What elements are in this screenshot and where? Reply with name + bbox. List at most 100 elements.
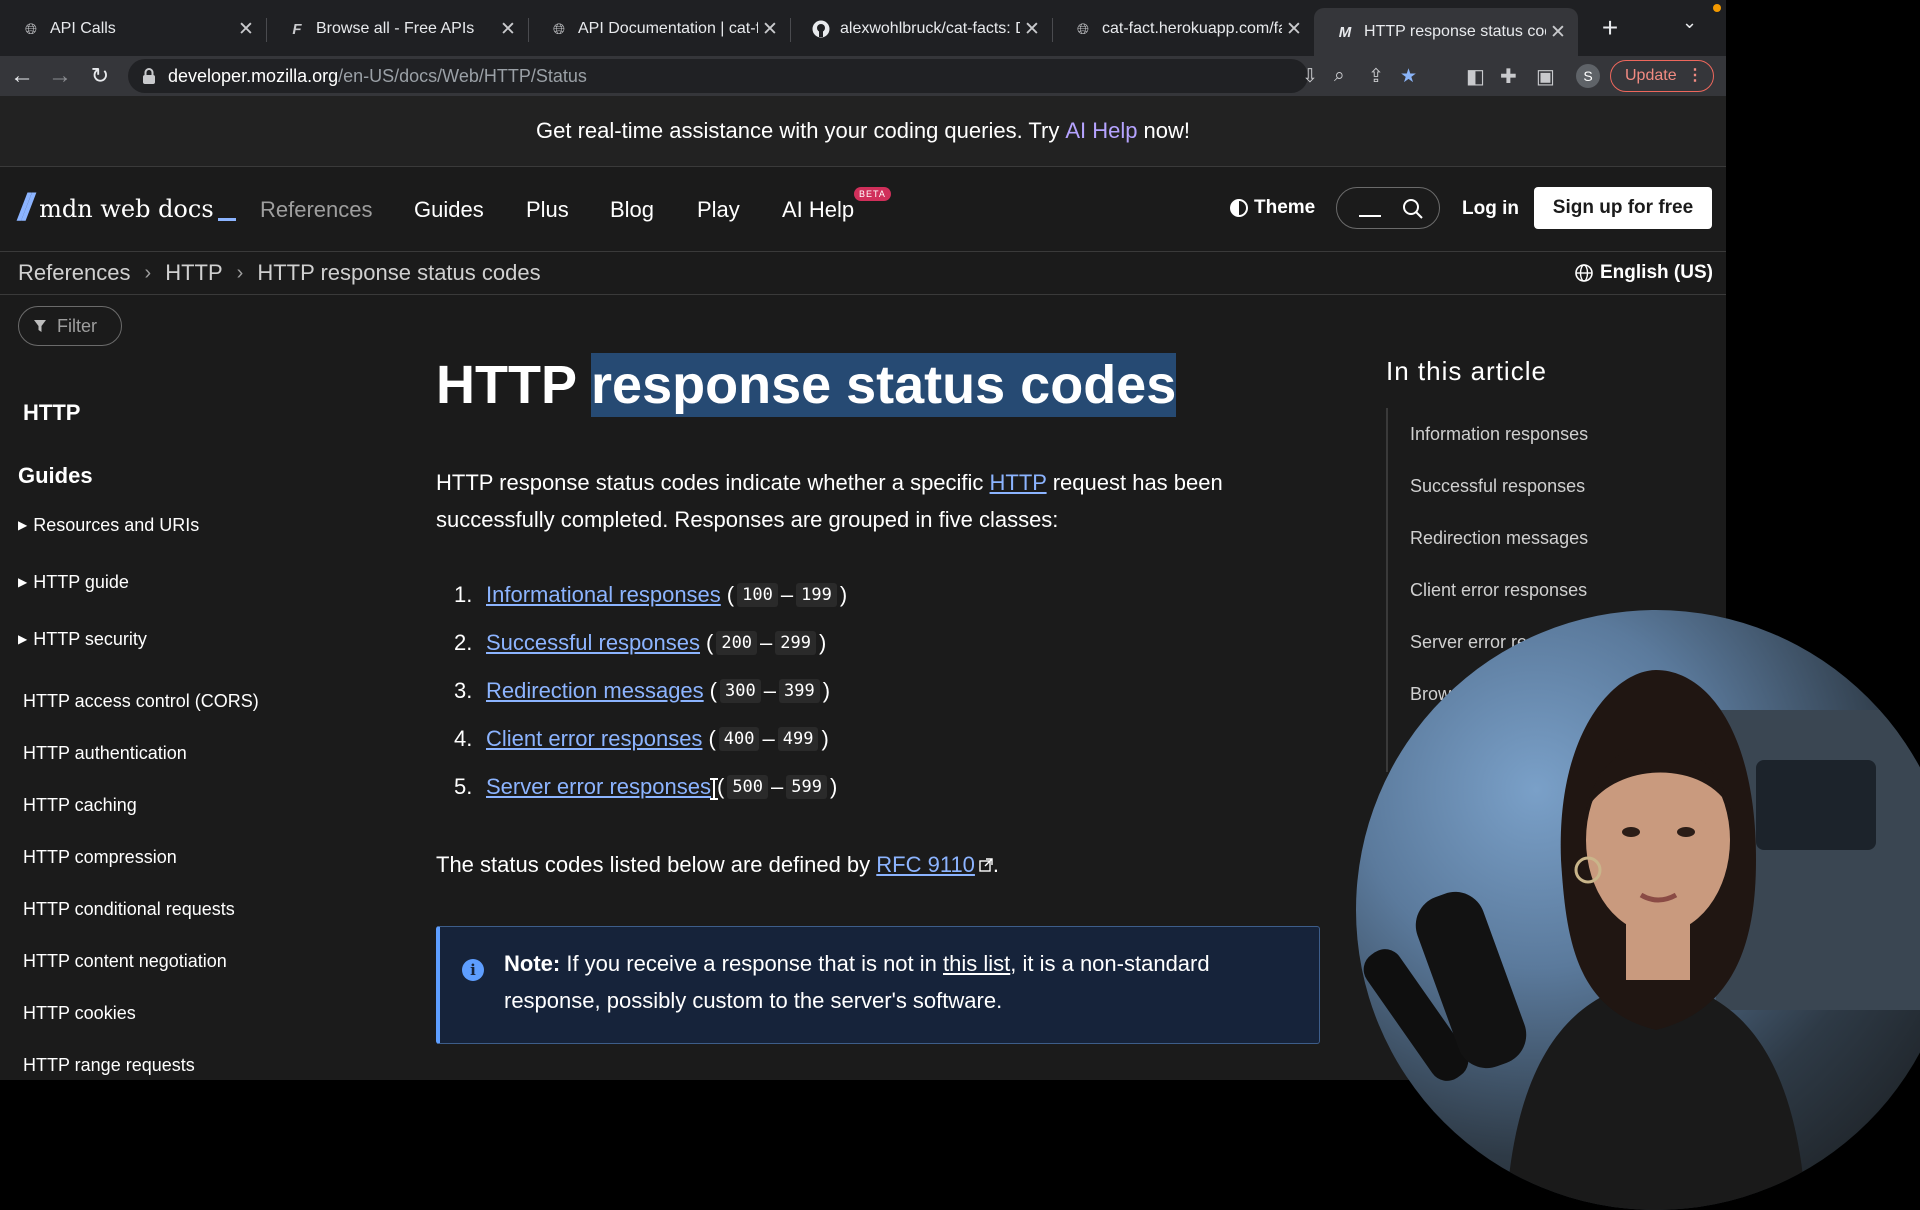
banner-text: Get real-time assistance with your codin…	[536, 118, 1060, 143]
toc-item-information[interactable]: Information responses	[1410, 424, 1588, 445]
tab-github-cat-facts[interactable]: alexwohlbruck/cat-facts: D ✕	[790, 6, 1052, 52]
forward-arrow-icon[interactable]: →	[44, 60, 76, 92]
tab-title: alexwohlbruck/cat-facts: D	[840, 20, 1020, 37]
http-link[interactable]: HTTP	[990, 470, 1047, 495]
chevron-right-icon: ›	[144, 261, 152, 284]
beta-badge: BETA	[854, 187, 891, 201]
close-icon[interactable]: ✕	[1282, 18, 1306, 41]
tab-cat-fact-docs[interactable]: 🌐︎ API Documentation | cat-fa ✕	[528, 6, 790, 52]
breadcrumb-references[interactable]: References	[18, 260, 131, 286]
mdn-header: // mdn web docs References Guides Plus B…	[0, 167, 1726, 252]
nav-ai-help[interactable]: AI Help	[782, 197, 854, 223]
lock-icon[interactable]	[140, 67, 158, 85]
zoom-icon[interactable]: ⌕	[1334, 65, 1345, 87]
sidebar-item-cookies[interactable]: HTTP cookies	[23, 1003, 136, 1024]
tab-title: API Documentation | cat-fa	[578, 20, 758, 37]
chevron-right-icon: ›	[236, 261, 244, 284]
extension-icon[interactable]: ◧	[1466, 64, 1485, 89]
banner-ai-help-link[interactable]: AI Help	[1065, 118, 1137, 144]
presenter-figure	[1363, 670, 1920, 1210]
tab-http-status-active[interactable]: M HTTP response status code ✕	[1314, 8, 1578, 56]
sidebar-item-conditional-requests[interactable]: HTTP conditional requests	[23, 899, 235, 920]
caret-right-icon: ▶	[18, 575, 28, 589]
redirection-messages-link[interactable]: Redirection messages	[486, 678, 704, 704]
address-bar[interactable]: developer.mozilla.org/en-US/docs/Web/HTT…	[128, 59, 1417, 93]
nav-guides[interactable]: Guides	[414, 197, 484, 223]
language-selector[interactable]: English (US)	[1574, 262, 1713, 284]
sidebar-heading-guides: Guides	[18, 463, 93, 488]
nav-blog[interactable]: Blog	[610, 197, 654, 223]
list-item: 2. Successful responses (200–299)	[454, 630, 827, 656]
close-icon[interactable]: ✕	[496, 18, 520, 41]
site-search-input[interactable]	[1336, 187, 1440, 229]
client-error-responses-link[interactable]: Client error responses	[486, 726, 702, 752]
sidebar-item-http-security[interactable]: ▶ HTTP security	[18, 629, 147, 650]
recording-indicator-icon	[1713, 4, 1721, 12]
install-app-icon[interactable]: ⇩	[1302, 65, 1318, 88]
sidebar-heading-http[interactable]: HTTP	[23, 400, 80, 426]
tab-api-calls[interactable]: 🌐︎ API Calls ✕	[0, 6, 266, 52]
sidebar-item-cors[interactable]: HTTP access control (CORS)	[23, 691, 259, 712]
globe-icon: 🌐︎	[552, 20, 565, 38]
sidebar-item-authentication[interactable]: HTTP authentication	[23, 743, 187, 764]
globe-icon	[1575, 264, 1593, 282]
bookmark-star-icon[interactable]: ★	[1400, 65, 1417, 88]
back-arrow-icon[interactable]: ←	[6, 60, 38, 92]
sidebar-item-resources-and-uris[interactable]: ▶ Resources and URIs	[18, 515, 199, 536]
close-icon[interactable]: ✕	[1020, 18, 1044, 41]
tab-search-chevron-icon[interactable]: ⌄	[1682, 12, 1697, 33]
close-icon[interactable]: ✕	[1546, 21, 1570, 44]
mdn-logo[interactable]: // mdn web docs	[18, 189, 236, 227]
caret-right-icon: ▶	[18, 632, 28, 646]
profile-avatar[interactable]: S	[1576, 64, 1600, 88]
close-icon[interactable]: ✕	[758, 18, 782, 41]
nav-play[interactable]: Play	[697, 197, 740, 223]
mdn-icon: M	[1338, 23, 1352, 41]
toc-item-successful[interactable]: Successful responses	[1410, 476, 1585, 497]
banner-text-end: now!	[1143, 118, 1190, 143]
sidebar-item-compression[interactable]: HTTP compression	[23, 847, 177, 868]
login-link[interactable]: Log in	[1462, 198, 1519, 220]
sidebar-item-http-guide[interactable]: ▶ HTTP guide	[18, 572, 129, 593]
share-icon[interactable]: ⇪	[1368, 65, 1384, 88]
update-button[interactable]: Update ⋮	[1610, 60, 1714, 92]
sidebar-filter-input[interactable]: Filter	[18, 306, 122, 346]
url-text[interactable]: developer.mozilla.org/en-US/docs/Web/HTT…	[168, 66, 587, 87]
breadcrumb-current[interactable]: HTTP response status codes	[257, 260, 540, 286]
logo-text: mdn web docs	[39, 195, 214, 223]
caret-right-icon: ▶	[18, 518, 28, 532]
new-tab-button[interactable]: +	[1592, 10, 1628, 46]
sidebar-item-content-negotiation[interactable]: HTTP content negotiation	[23, 951, 227, 972]
sidebar-item-caching[interactable]: HTTP caching	[23, 795, 137, 816]
freeapis-icon: F	[292, 20, 302, 38]
toc-item-redirection[interactable]: Redirection messages	[1410, 528, 1588, 549]
search-icon[interactable]	[1401, 197, 1425, 221]
server-error-responses-link[interactable]: Server error responses	[486, 774, 711, 800]
toc-divider	[1386, 408, 1388, 772]
page-title: HTTP response status codes	[436, 353, 1177, 417]
puzzle-extensions-icon[interactable]: ✚	[1500, 64, 1517, 89]
nav-references[interactable]: References	[260, 197, 373, 223]
toc-item-client-error[interactable]: Client error responses	[1410, 580, 1587, 601]
breadcrumb-http[interactable]: HTTP	[165, 260, 222, 286]
side-panel-icon[interactable]: ▣	[1536, 64, 1555, 89]
globe-icon: 🌐︎	[24, 20, 37, 38]
informational-responses-link[interactable]: Informational responses	[486, 582, 721, 608]
tab-cat-fact-heroku[interactable]: 🌐︎ cat-fact.herokuapp.com/fa ✕	[1052, 6, 1314, 52]
signup-button[interactable]: Sign up for free	[1534, 187, 1712, 229]
rfc-9110-link[interactable]: RFC 9110	[876, 852, 975, 877]
sidebar-item-range-requests[interactable]: HTTP range requests	[23, 1055, 195, 1076]
tab-title: API Calls	[50, 20, 116, 37]
list-item: 5. Server error responses (500–599)	[454, 774, 838, 800]
successful-responses-link[interactable]: Successful responses	[486, 630, 700, 656]
reload-icon[interactable]: ↻	[84, 60, 116, 92]
info-icon: i	[462, 959, 484, 981]
close-icon[interactable]: ✕	[234, 18, 258, 41]
tab-title: cat-fact.herokuapp.com/fa	[1102, 20, 1282, 37]
list-item: 1. Informational responses (100–199)	[454, 582, 848, 608]
this-list-link[interactable]: this list	[943, 951, 1010, 976]
tab-free-apis[interactable]: F Browse all - Free APIs ✕	[266, 6, 528, 52]
theme-button[interactable]: Theme	[1230, 197, 1315, 219]
nav-plus[interactable]: Plus	[526, 197, 569, 223]
selected-text-highlight[interactable]: response status codes	[591, 353, 1177, 417]
